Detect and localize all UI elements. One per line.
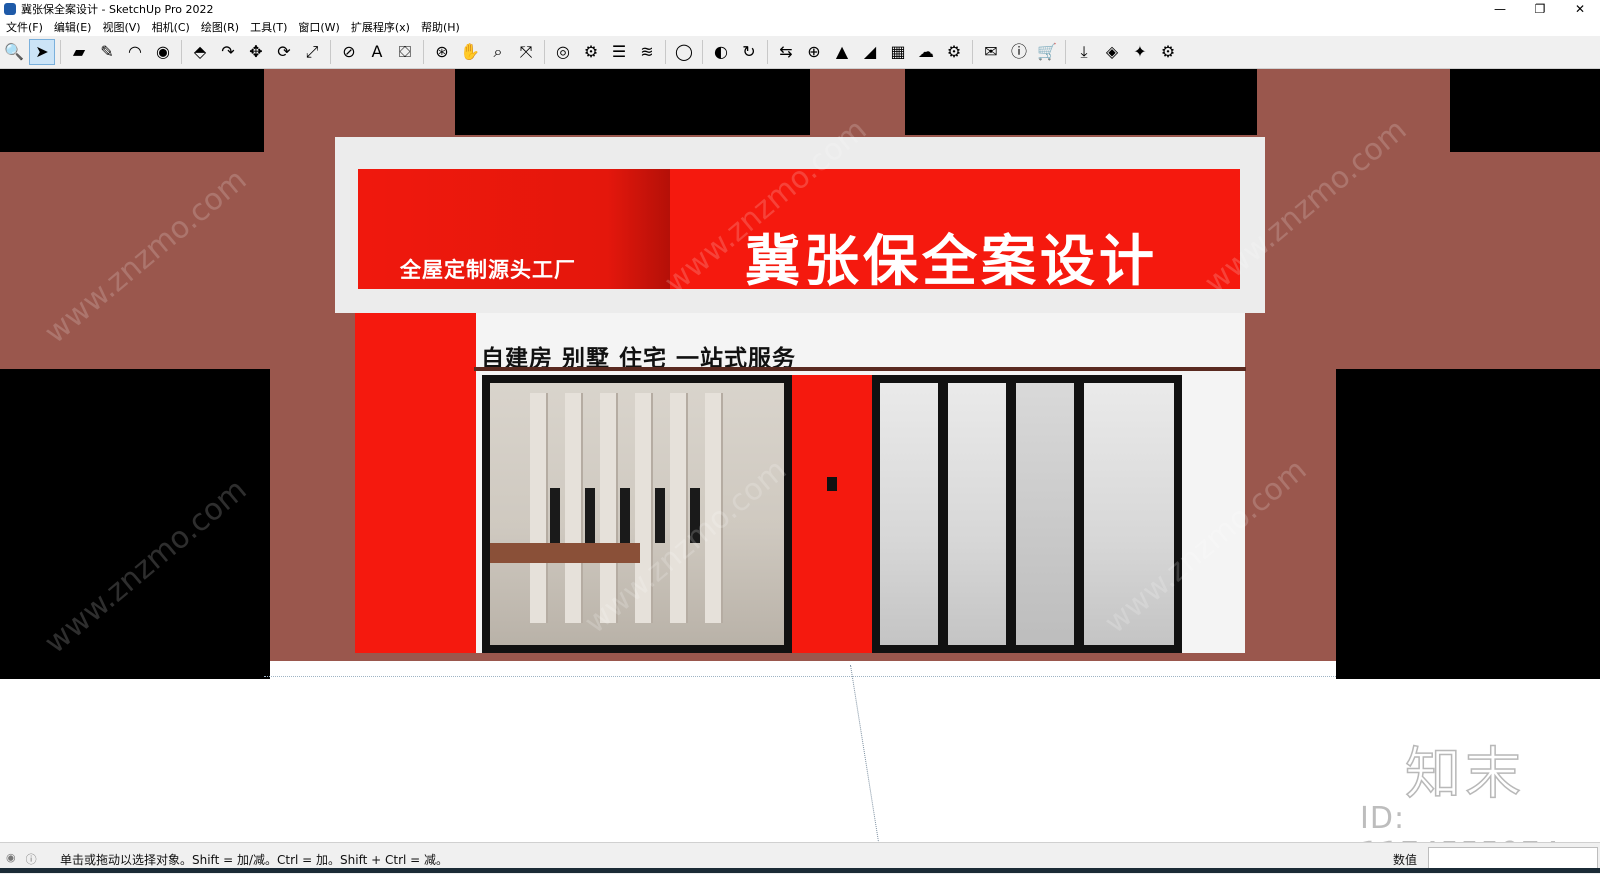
toolbar-separator: [665, 40, 666, 64]
sketchup-app-icon: [4, 3, 16, 15]
display-window-left: [482, 375, 792, 653]
tape-measure-icon[interactable]: ⊘: [336, 39, 362, 65]
interior-view-left: [490, 383, 784, 645]
menu-view[interactable]: 视图(V): [102, 19, 140, 35]
menu-tools[interactable]: 工具(T): [250, 19, 287, 35]
warehouse-icon[interactable]: ◎: [550, 39, 576, 65]
red-column-center: [792, 375, 872, 653]
toolbar-separator: [181, 40, 182, 64]
toolbar-separator: [544, 40, 545, 64]
upper-window-left: [0, 69, 264, 152]
menu-edit[interactable]: 编辑(E): [54, 19, 92, 35]
measurements-input[interactable]: [1428, 847, 1598, 869]
refresh-icon[interactable]: ↻: [736, 39, 762, 65]
move-icon[interactable]: ✥: [243, 39, 269, 65]
menu-file[interactable]: 文件(F): [6, 19, 43, 35]
main-toolbar: 🔍 ➤ ▰ ✎ ◠ ◉ ⬘ ↷ ✥ ⟳ ⤢ ⊘ A ⛋ ⊛ ✋ ⌕ ⤧ ◎ ⚙ ☰ ≋ ◯ ◐ ↻ ⇆ ⊕ ▲ ◢ ▦ ☁ ⚙ ✉ ⓘ 🛒 ⤓ ◈ ✦ ⚙: [0, 36, 1600, 69]
orbit-icon[interactable]: ⊛: [429, 39, 455, 65]
extension-warehouse-icon[interactable]: ⚙: [578, 39, 604, 65]
credits-icon[interactable]: ⓘ: [26, 851, 37, 867]
toolbar-separator: [702, 40, 703, 64]
sign-title: 冀张保全案设计: [745, 229, 1159, 289]
cloud-upload-icon[interactable]: ☁: [913, 39, 939, 65]
mail-icon[interactable]: ✉: [978, 39, 1004, 65]
sandbox-icon[interactable]: ≋: [634, 39, 660, 65]
checker-icon[interactable]: ▦: [885, 39, 911, 65]
toolbar-separator: [1065, 40, 1066, 64]
info-icon[interactable]: ⓘ: [1006, 39, 1032, 65]
door-lock: [827, 477, 837, 491]
select-arrow-icon[interactable]: ➤: [29, 39, 55, 65]
window-title: 冀张保全案设计 - SketchUp Pro 2022: [21, 3, 214, 16]
lower-window-left: [0, 369, 270, 679]
zoom-extents-icon[interactable]: ⤧: [513, 39, 539, 65]
geo-location-icon[interactable]: ◉: [6, 851, 16, 867]
toolbar-separator: [330, 40, 331, 64]
zoom-icon[interactable]: 🔍: [1, 39, 27, 65]
glass-door-right: [872, 375, 1182, 653]
close-button[interactable]: ✕: [1560, 0, 1600, 18]
lower-window-right: [1336, 369, 1600, 679]
red-column-left: [355, 313, 476, 653]
model-viewport[interactable]: 全屋定制源头工厂 冀张保全案设计 自建房 别墅 住宅 一站式服务 ww: [0, 69, 1600, 842]
measurements-label: 数值: [1393, 853, 1418, 867]
glass-pane: [948, 383, 1006, 645]
awning-strip: [474, 367, 1246, 371]
rotate-icon[interactable]: ⟳: [271, 39, 297, 65]
toolbar-separator: [423, 40, 424, 64]
eraser-icon[interactable]: ▰: [66, 39, 92, 65]
download-icon[interactable]: ⤓: [1071, 39, 1097, 65]
gear-red-icon[interactable]: ⚙: [1155, 39, 1181, 65]
settings-icon[interactable]: ⚙: [941, 39, 967, 65]
render-icon[interactable]: ✦: [1127, 39, 1153, 65]
upper-window-center-left: [455, 69, 810, 135]
toolbar-separator: [60, 40, 61, 64]
taskbar-edge: [0, 868, 1600, 873]
arc-icon[interactable]: ◠: [122, 39, 148, 65]
sign-subtitle: 全屋定制源头工厂: [400, 258, 576, 282]
toolbar-separator: [767, 40, 768, 64]
model-axis-line: [850, 664, 881, 842]
brand-watermark: 知末: [1404, 741, 1525, 808]
glass-pane: [1016, 383, 1074, 645]
upper-window-right: [1450, 69, 1600, 152]
asset-id-label: ID: 1174555974: [1360, 801, 1560, 842]
glass-pane: [1084, 383, 1174, 645]
title-bar: 冀张保全案设计 - SketchUp Pro 2022 — ❐ ✕: [0, 0, 1600, 18]
layout-icon[interactable]: ☰: [606, 39, 632, 65]
glass-pane: [880, 383, 938, 645]
toolbar-separator: [972, 40, 973, 64]
interior-table: [490, 543, 640, 563]
maximize-button[interactable]: ❐: [1520, 0, 1560, 18]
follow-me-icon[interactable]: ↷: [215, 39, 241, 65]
cart-icon[interactable]: 🛒: [1034, 39, 1060, 65]
menu-camera[interactable]: 相机(C): [152, 19, 190, 35]
menu-help[interactable]: 帮助(H): [421, 19, 460, 35]
circle-icon[interactable]: ◉: [150, 39, 176, 65]
chart-icon[interactable]: ◢: [857, 39, 883, 65]
menu-bar: 文件(F) 编辑(E) 视图(V) 相机(C) 绘图(R) 工具(T) 窗口(W…: [0, 18, 1600, 36]
text-label-icon[interactable]: A: [364, 39, 390, 65]
status-icons: ◉ ⓘ: [6, 851, 37, 867]
tree-icon[interactable]: ▲: [829, 39, 855, 65]
menu-window[interactable]: 窗口(W): [298, 19, 339, 35]
account-icon[interactable]: ◯: [671, 39, 697, 65]
transfer-icon[interactable]: ⇆: [773, 39, 799, 65]
minimize-button[interactable]: —: [1480, 0, 1520, 18]
window-controls: — ❐ ✕: [1480, 0, 1600, 18]
zoom-tool-icon[interactable]: ⌕: [485, 39, 511, 65]
push-pull-icon[interactable]: ⬘: [187, 39, 213, 65]
pencil-icon[interactable]: ✎: [94, 39, 120, 65]
scale-icon[interactable]: ⤢: [299, 39, 325, 65]
menu-extensions[interactable]: 扩展程序(x): [351, 19, 410, 35]
menu-draw[interactable]: 绘图(R): [201, 19, 239, 35]
add-icon[interactable]: ⊕: [801, 39, 827, 65]
ground-edge-line: [264, 676, 1336, 677]
paint-bucket-icon[interactable]: ⛋: [392, 39, 418, 65]
upper-window-center-right: [905, 69, 1257, 135]
layers-icon[interactable]: ◈: [1099, 39, 1125, 65]
plugin-a-icon[interactable]: ◐: [708, 39, 734, 65]
status-message: 单击或拖动以选择对象。Shift = 加/减。Ctrl = 加。Shift + …: [60, 853, 449, 867]
pan-icon[interactable]: ✋: [457, 39, 483, 65]
